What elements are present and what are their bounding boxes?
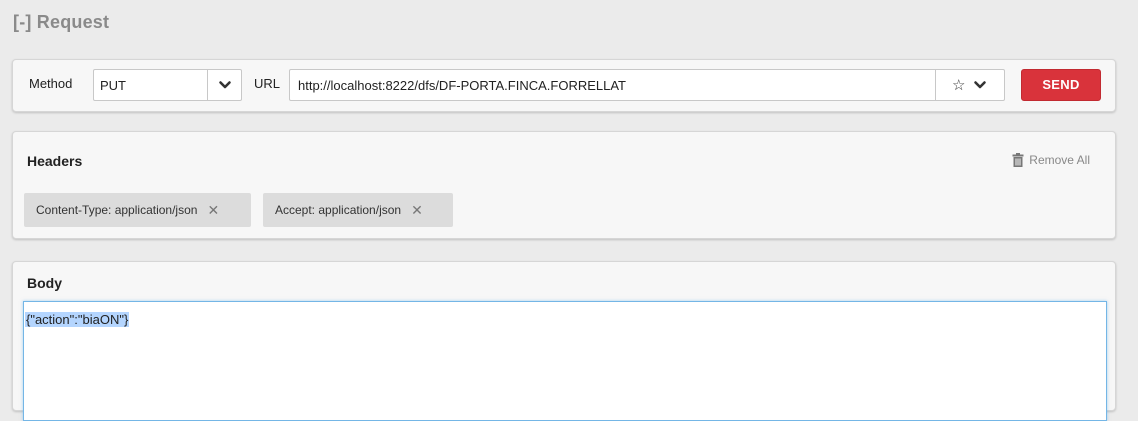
header-tag: Content-Type: application/json ✕	[24, 193, 251, 227]
method-label: Method	[29, 76, 73, 91]
body-textarea[interactable]: {"action":"biaON"}	[23, 301, 1107, 421]
headers-title: Headers	[27, 153, 83, 169]
body-title: Body	[27, 275, 62, 291]
method-select-divider	[207, 70, 208, 100]
header-tag-label: Content-Type: application/json	[36, 203, 198, 217]
close-icon[interactable]: ✕	[207, 202, 219, 219]
request-section-toggle[interactable]: [-] Request	[13, 12, 109, 33]
url-value: http://localhost:8222/dfs/DF-PORTA.FINCA…	[298, 78, 626, 93]
url-label: URL	[254, 76, 281, 91]
url-input[interactable]: http://localhost:8222/dfs/DF-PORTA.FINCA…	[289, 69, 1005, 101]
chevron-down-icon[interactable]	[973, 78, 987, 92]
header-tag-label: Accept: application/json	[275, 203, 402, 217]
method-select[interactable]: PUT	[93, 69, 242, 101]
trash-icon	[1012, 153, 1024, 167]
method-value: PUT	[100, 78, 126, 93]
send-button[interactable]: SEND	[1021, 69, 1101, 101]
header-tag: Accept: application/json ✕	[263, 193, 453, 227]
url-input-divider	[935, 70, 936, 100]
headers-panel: Headers Remove All Content-Type: applica…	[12, 131, 1116, 239]
remove-all-button[interactable]: Remove All	[1012, 153, 1090, 167]
body-panel: Body {"action":"biaON"}	[12, 261, 1116, 421]
body-content: {"action":"biaON"}	[25, 312, 130, 327]
star-icon[interactable]: ☆	[952, 76, 965, 94]
request-bar: Method PUT URL http://localhost:8222/dfs…	[12, 59, 1116, 112]
remove-all-label: Remove All	[1029, 153, 1090, 167]
chevron-down-icon[interactable]	[218, 78, 232, 92]
close-icon[interactable]: ✕	[411, 202, 423, 219]
